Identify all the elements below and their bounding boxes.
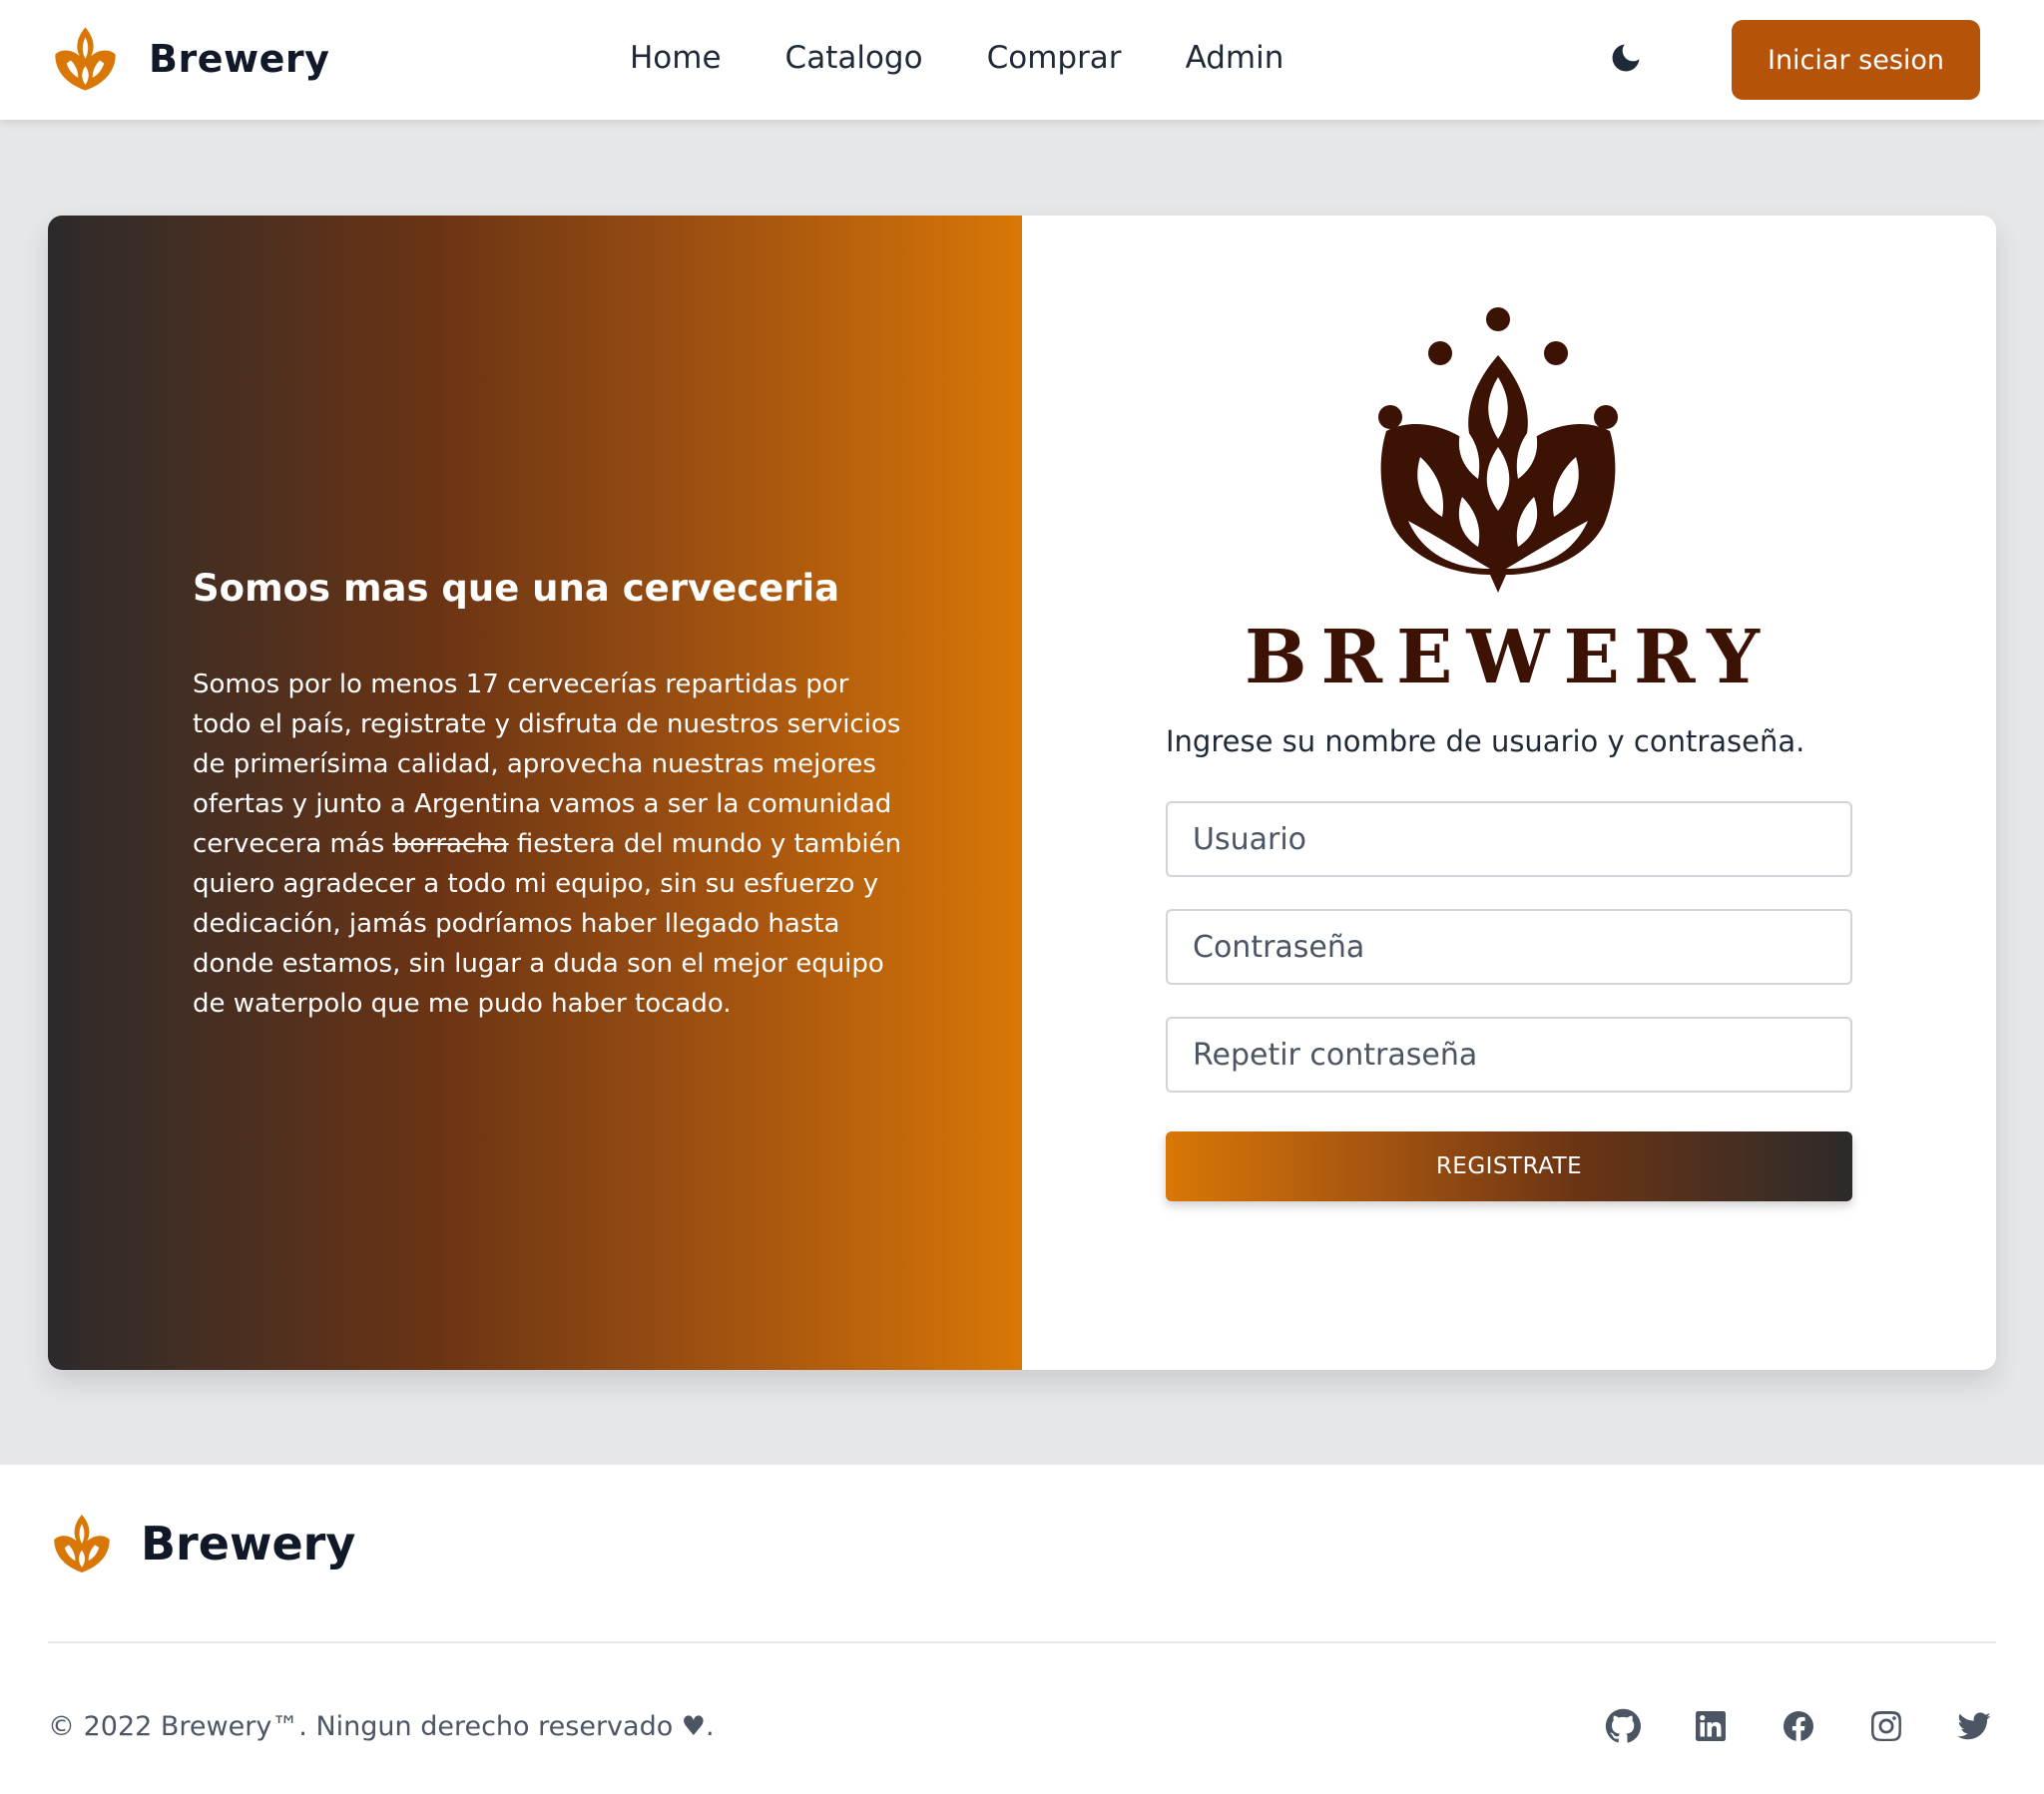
promo-struck-word: borracha [392,829,509,859]
register-card: Somos mas que una cerveceria Somos por l… [48,216,1996,1370]
social-links [1605,1708,1996,1748]
footer-divider [48,1641,1996,1643]
copyright-text: © 2022 Brewery™. Ningun derecho reservad… [48,1711,715,1742]
brewery-logo-wordmark: BREWERY [1244,615,1774,700]
hop-logo-icon [54,1514,110,1573]
username-input[interactable] [1166,801,1852,877]
login-button[interactable]: Iniciar sesion [1732,20,1980,100]
facebook-link[interactable] [1781,1708,1820,1748]
nav-comprar[interactable]: Comprar [987,36,1122,80]
instagram-link[interactable] [1868,1708,1908,1748]
repeat-password-input[interactable] [1166,1017,1852,1093]
github-link[interactable] [1605,1708,1645,1748]
brand-name: Brewery [149,37,330,81]
promo-text: Somos por lo menos 17 cervecerías repart… [193,665,911,1024]
moon-icon [1612,44,1640,72]
promo-panel: Somos mas que una cerveceria Somos por l… [48,216,1022,1370]
register-button[interactable]: REGISTRATE [1166,1131,1852,1201]
linkedin-icon [1696,1711,1726,1741]
nav-catalogo[interactable]: Catalogo [785,36,923,80]
theme-toggle-button[interactable] [1608,40,1648,80]
form-instructions: Ingrese su nombre de usuario y contraseñ… [1166,724,1805,758]
nav-home[interactable]: Home [630,36,722,80]
github-icon [1605,1708,1641,1743]
main-nav: Home Catalogo Comprar Admin [630,36,1347,80]
twitter-icon [1957,1712,1991,1740]
footer: Brewery © 2022 Brewery™. Ningun derecho … [0,1465,2044,1794]
hop-logo-icon [55,27,116,91]
nav-admin[interactable]: Admin [1186,36,1284,80]
footer-brand[interactable]: Brewery [47,1511,355,1576]
instagram-icon [1871,1711,1901,1741]
header-brand[interactable]: Brewery [47,23,329,95]
password-input[interactable] [1166,909,1852,985]
footer-brand-name: Brewery [141,1517,356,1570]
linkedin-link[interactable] [1693,1708,1733,1748]
twitter-link[interactable] [1956,1708,1996,1748]
register-form-panel: BREWERY Ingrese su nombre de usuario y c… [1022,216,1996,1370]
promo-title: Somos mas que una cerveceria [193,567,840,610]
top-navbar: Brewery Home Catalogo Comprar Admin Inic… [0,0,2044,120]
facebook-icon [1784,1711,1813,1741]
brewery-logo-icon [1378,307,1618,593]
